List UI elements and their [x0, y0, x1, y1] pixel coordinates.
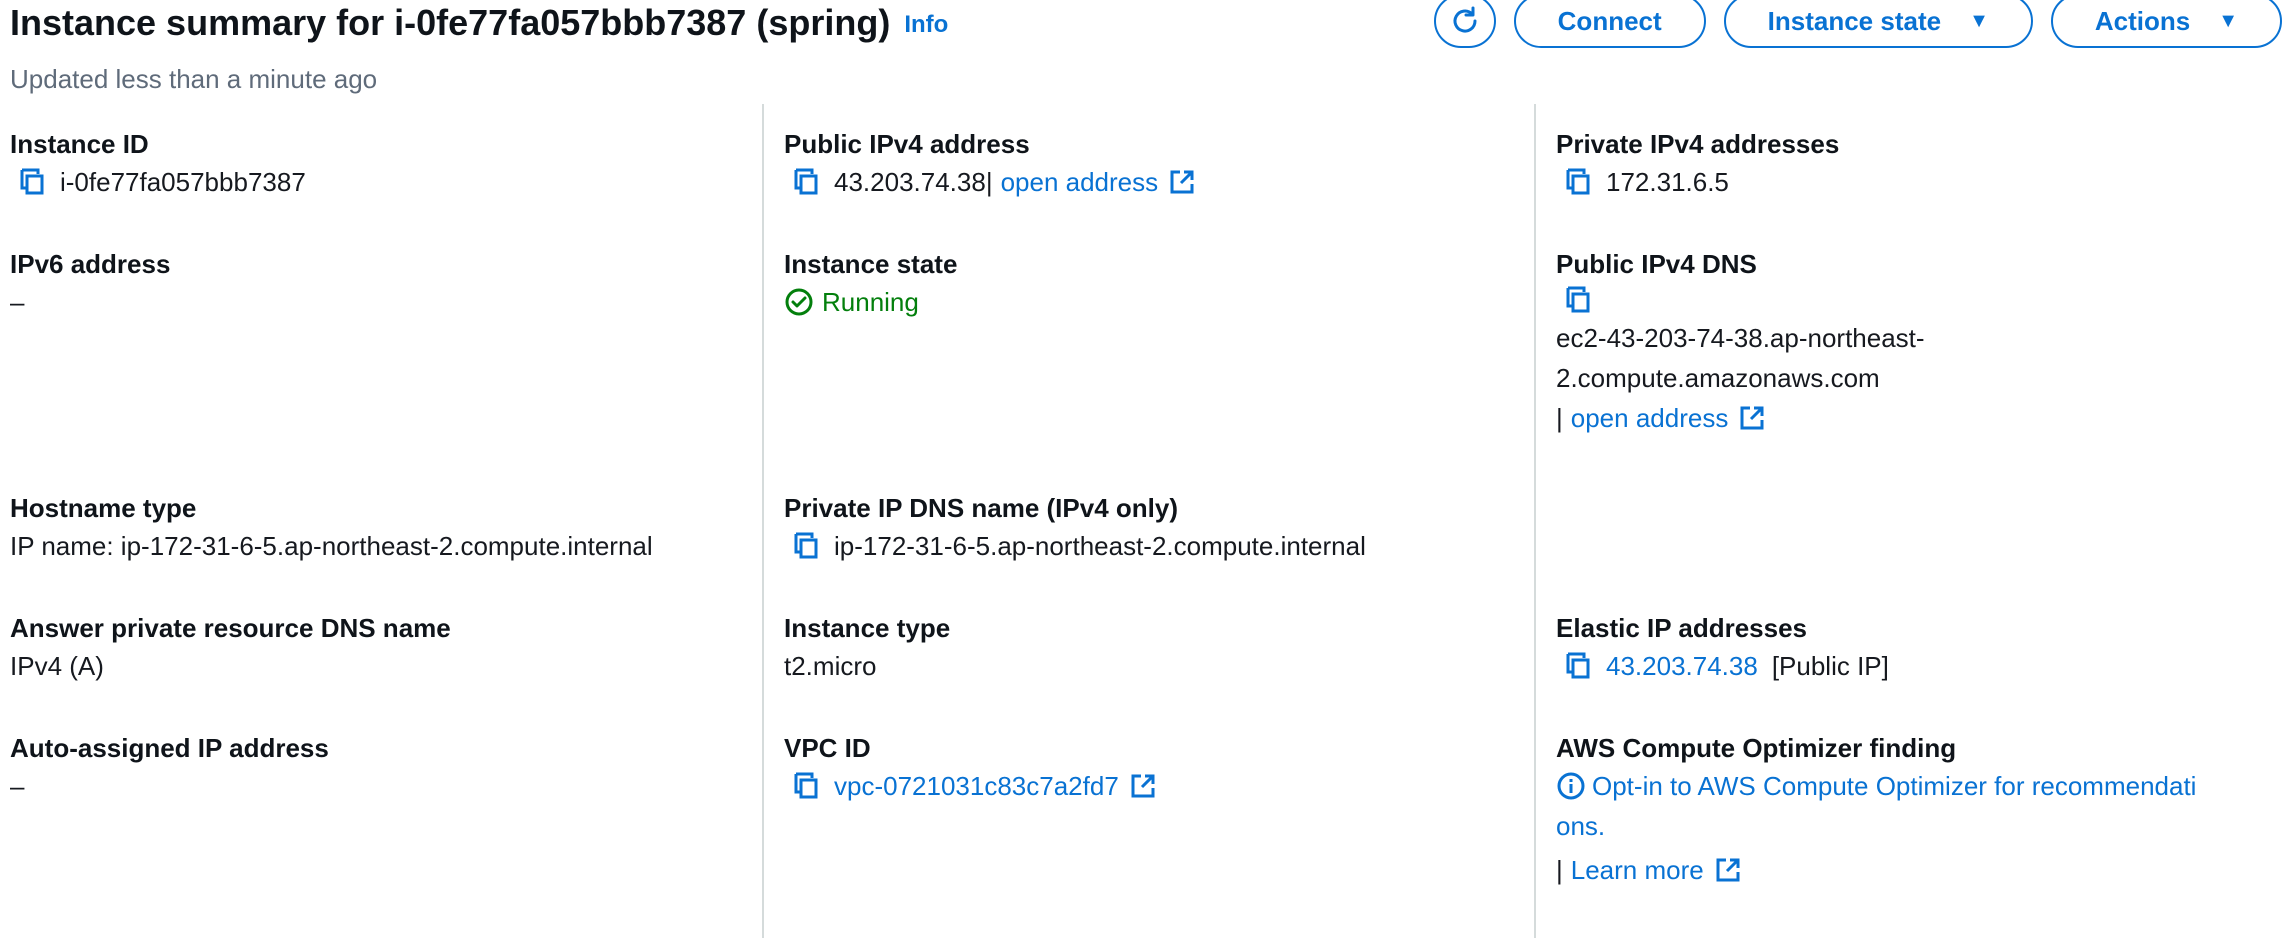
copy-icon[interactable]: [788, 164, 824, 200]
field-value: 43.203.74.38 | open address: [784, 162, 1534, 202]
auto-assigned-ip-value: –: [10, 771, 25, 801]
details-column-1: Instance ID i-0fe77fa057bbb7387 IPv6 add…: [10, 104, 750, 938]
separator: |: [1556, 855, 1563, 885]
private-ipv4-field: Private IPv4 addresses 172.31.6.5: [1556, 126, 2294, 202]
instance-state-value: Running: [822, 287, 919, 317]
field-value: | Learn more: [1556, 850, 2294, 890]
refresh-button[interactable]: [1433, 0, 1496, 48]
caret-down-icon: ▼: [2218, 9, 2238, 32]
field-value: i-0fe77fa057bbb7387: [10, 162, 750, 202]
field-value: 172.31.6.5: [1556, 162, 2294, 202]
actions-dropdown[interactable]: Actions ▼: [2050, 0, 2282, 48]
compute-optimizer-field: AWS Compute Optimizer finding Opt-in to …: [1556, 730, 2294, 890]
caret-down-icon: ▼: [1969, 9, 1989, 32]
refresh-icon: [1453, 6, 1477, 33]
instance-summary-page: Instance summary for i-0fe77fa057bbb7387…: [0, 0, 2294, 938]
page-title-text: Instance summary for i-0fe77fa057bbb7387…: [10, 2, 891, 43]
info-circle-icon: [1557, 772, 1585, 800]
vpc-id-link[interactable]: vpc-0721031c83c7a2fd7: [834, 766, 1119, 806]
auto-assigned-ip-field: Auto-assigned IP address –: [10, 730, 750, 806]
field-label: Public IPv4 DNS: [1556, 249, 1757, 279]
open-address-link[interactable]: open address: [1571, 398, 1729, 438]
ipv6-address-field: IPv6 address –: [10, 246, 750, 322]
field-label: Private IP DNS name (IPv4 only): [784, 493, 1178, 523]
copy-icon[interactable]: [1560, 164, 1596, 200]
private-ip-dns-value: ip-172-31-6-5.ap-northeast-2.compute.int…: [834, 531, 1366, 561]
private-ipv4-value: 172.31.6.5: [1606, 167, 1729, 197]
field-label: Elastic IP addresses: [1556, 613, 1808, 643]
last-updated-text: Updated less than a minute ago: [10, 64, 378, 94]
header-actions: Connect Instance state ▼ Actions ▼: [1433, 0, 2282, 48]
details-column-3: Private IPv4 addresses 172.31.6.5 Public…: [1534, 104, 2294, 938]
field-value: | open address: [1556, 398, 2294, 438]
instance-state-dropdown-label: Instance state: [1767, 5, 1942, 36]
field-label: Public IPv4 address: [784, 129, 1030, 159]
public-ipv4-value: 43.203.74.38: [834, 167, 986, 197]
optimizer-optin-link[interactable]: Opt-in to AWS Compute Optimizer for reco…: [1592, 766, 2196, 806]
field-label: IPv6 address: [10, 249, 171, 279]
vpc-id-field: VPC ID vpc-0721031c83c7a2fd7: [784, 730, 1534, 806]
page-title: Instance summary for i-0fe77fa057bbb7387…: [10, 2, 948, 44]
instance-type-field: Instance type t2.micro: [784, 610, 1534, 686]
copy-icon[interactable]: [788, 768, 824, 804]
public-dns-value-line1: ec2-43-203-74-38.ap-northeast-: [1556, 323, 1925, 353]
external-link-icon: [1170, 170, 1194, 194]
field-label: Private IPv4 addresses: [1556, 129, 1840, 159]
field-value: 43.203.74.38 [Public IP]: [1556, 646, 2294, 686]
optimizer-optin-link-cont[interactable]: ons.: [1556, 806, 1605, 846]
instance-state-field: Instance state Running: [784, 246, 1534, 322]
private-ip-dns-field: Private IP DNS name (IPv4 only) ip-172-3…: [784, 490, 1534, 566]
field-value: [1556, 282, 2294, 318]
public-ipv4-field: Public IPv4 address 43.203.74.38 | open …: [784, 126, 1534, 202]
field-label: Hostname type: [10, 493, 197, 523]
elastic-ip-link[interactable]: 43.203.74.38: [1606, 646, 1758, 686]
field-label: Instance type: [784, 613, 951, 643]
check-circle-icon: [785, 288, 813, 316]
connect-button-label: Connect: [1557, 5, 1662, 36]
actions-dropdown-label: Actions: [2094, 5, 2191, 36]
external-link-icon: [1131, 774, 1155, 798]
copy-icon[interactable]: [788, 528, 824, 564]
details-column-2: Public IPv4 address 43.203.74.38 | open …: [762, 104, 1534, 938]
field-label: Auto-assigned IP address: [10, 733, 329, 763]
answer-dns-field: Answer private resource DNS name IPv4 (A…: [10, 610, 750, 686]
hostname-type-value: IP name: ip-172-31-6-5.ap-northeast-2.co…: [10, 531, 653, 561]
instance-type-value: t2.micro: [784, 651, 877, 681]
status-running: Running: [784, 282, 1534, 322]
field-label: AWS Compute Optimizer finding: [1556, 733, 1957, 763]
public-dns-value-line2: 2.compute.amazonaws.com: [1556, 363, 1880, 393]
elastic-ip-field: Elastic IP addresses 43.203.74.38 [Publi…: [1556, 610, 2294, 686]
elastic-ip-suffix: [Public IP]: [1771, 651, 1889, 681]
instance-state-dropdown[interactable]: Instance state ▼: [1723, 0, 2033, 48]
info-link[interactable]: Info: [904, 11, 948, 38]
field-value: vpc-0721031c83c7a2fd7: [784, 766, 1534, 806]
field-value: Opt-in to AWS Compute Optimizer for reco…: [1556, 766, 2294, 806]
field-value: ip-172-31-6-5.ap-northeast-2.compute.int…: [784, 526, 1534, 566]
field-label: Instance ID: [10, 129, 149, 159]
answer-dns-value: IPv4 (A): [10, 651, 104, 681]
ipv6-address-value: –: [10, 287, 25, 317]
field-label: VPC ID: [784, 733, 871, 763]
connect-button[interactable]: Connect: [1513, 0, 1706, 48]
instance-id-field: Instance ID i-0fe77fa057bbb7387: [10, 126, 750, 202]
instance-id-value: i-0fe77fa057bbb7387: [60, 167, 306, 197]
learn-more-link[interactable]: Learn more: [1571, 850, 1704, 890]
open-address-link[interactable]: open address: [1001, 162, 1159, 202]
external-link-icon: [1740, 406, 1764, 430]
field-label: Instance state: [784, 249, 958, 279]
separator: |: [985, 167, 993, 197]
summary-header: Instance summary for i-0fe77fa057bbb7387…: [10, 0, 2290, 100]
public-ipv4-dns-field: Public IPv4 DNS ec2-43-203-74-38.ap-nort…: [1556, 246, 2294, 438]
field-value: ons.: [1556, 806, 2294, 846]
field-label: Answer private resource DNS name: [10, 613, 451, 643]
copy-icon[interactable]: [14, 164, 50, 200]
external-link-icon: [1716, 858, 1740, 882]
copy-icon[interactable]: [1560, 648, 1596, 684]
separator: |: [1556, 403, 1563, 433]
hostname-type-field: Hostname type IP name: ip-172-31-6-5.ap-…: [10, 490, 750, 566]
copy-icon[interactable]: [1560, 282, 1596, 318]
